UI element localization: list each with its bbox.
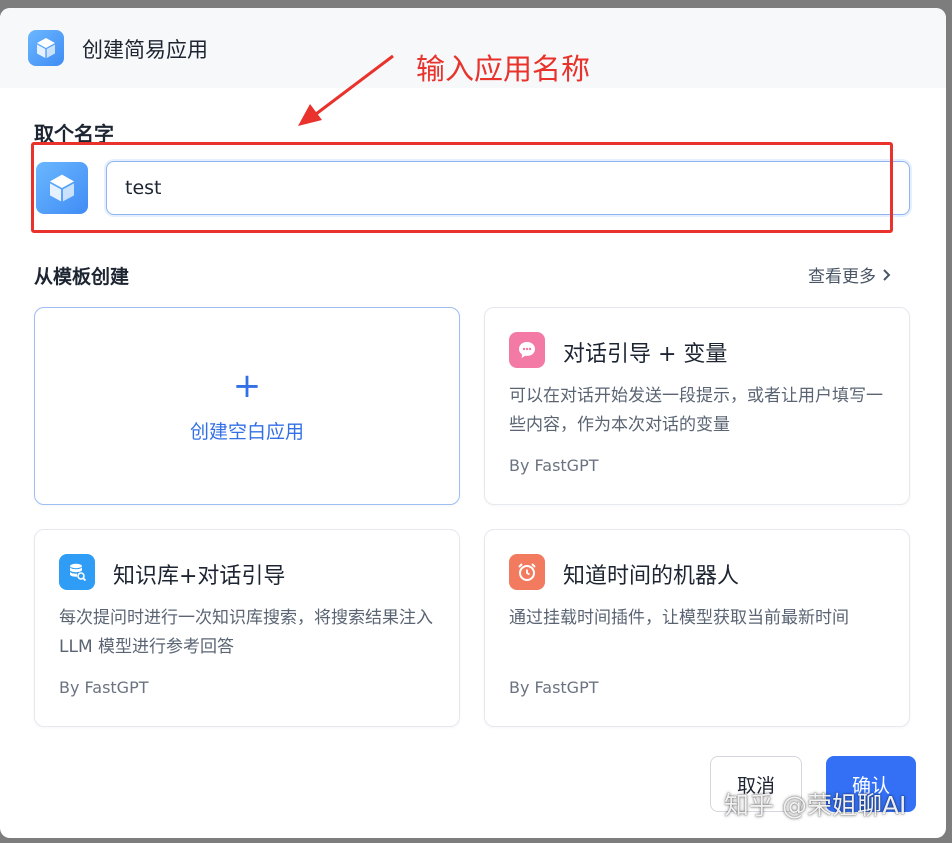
card-author: By FastGPT bbox=[509, 678, 599, 697]
chat-bubble-icon bbox=[509, 332, 545, 368]
blank-app-card[interactable]: + 创建空白应用 bbox=[34, 307, 460, 505]
confirm-button[interactable]: 确认 bbox=[826, 756, 916, 812]
card-title: 知道时间的机器人 bbox=[563, 564, 740, 589]
database-search-icon bbox=[59, 554, 95, 590]
cube-icon bbox=[28, 30, 64, 66]
modal-title: 创建简易应用 bbox=[82, 38, 208, 62]
blank-app-label: 创建空白应用 bbox=[189, 420, 304, 443]
chevron-right-icon bbox=[883, 268, 891, 281]
template-card-chat-guide[interactable]: 对话引导 + 变量 可以在对话开始发送一段提示，或者让用户填写一些内容，作为本次… bbox=[484, 307, 910, 505]
card-title: 对话引导 + 变量 bbox=[563, 342, 728, 367]
card-description: 每次提问时进行一次知识库搜索，将搜索结果注入 LLM 模型进行参考回答 bbox=[59, 608, 433, 657]
name-section-label: 取个名字 bbox=[34, 122, 114, 146]
app-avatar[interactable] bbox=[36, 162, 88, 214]
alarm-clock-icon bbox=[509, 554, 545, 590]
template-card-knowledge-base[interactable]: 知识库+对话引导 每次提问时进行一次知识库搜索，将搜索结果注入 LLM 模型进行… bbox=[34, 529, 460, 727]
card-author: By FastGPT bbox=[59, 678, 149, 697]
app-name-input[interactable] bbox=[106, 161, 910, 215]
cancel-button[interactable]: 取消 bbox=[710, 756, 802, 812]
template-card-time-bot[interactable]: 知道时间的机器人 通过挂载时间插件，让模型获取当前最新时间 By FastGPT bbox=[484, 529, 910, 727]
cube-icon bbox=[50, 174, 74, 202]
card-description: 可以在对话开始发送一段提示，或者让用户填写一些内容，作为本次对话的变量 bbox=[509, 386, 883, 435]
card-author: By FastGPT bbox=[509, 456, 599, 475]
plus-icon: + bbox=[232, 365, 262, 406]
view-more-link[interactable]: 查看更多 bbox=[808, 262, 892, 287]
template-section-label: 从模板创建 bbox=[34, 266, 130, 288]
annotation-text: 输入应用名称 bbox=[416, 52, 591, 86]
view-more-label: 查看更多 bbox=[808, 267, 876, 287]
card-description: 通过挂载时间插件，让模型获取当前最新时间 bbox=[509, 608, 849, 628]
card-title: 知识库+对话引导 bbox=[113, 564, 286, 589]
